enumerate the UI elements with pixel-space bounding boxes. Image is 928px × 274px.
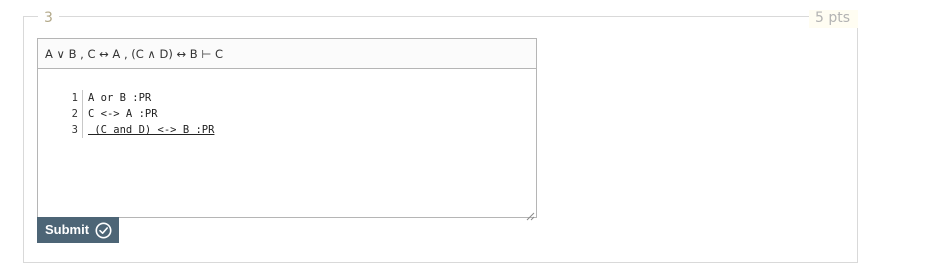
- line-text[interactable]: A or B :PR: [88, 90, 151, 106]
- proof-lines[interactable]: 1 A or B :PR 2 C <-> A :PR 3 (C and D) <…: [38, 90, 214, 138]
- problem-number: 3: [38, 10, 59, 26]
- sequent-display: A ∨ B , C ↔ A , (C ∧ D) ↔ B ⊢ C: [37, 38, 537, 69]
- proof-line[interactable]: 3 (C and D) <-> B :PR: [38, 122, 214, 138]
- line-gutter-divider: [82, 122, 83, 138]
- line-number: 3: [71, 124, 78, 136]
- line-number: 2: [71, 108, 78, 120]
- submit-button[interactable]: Submit: [37, 217, 120, 243]
- problem-card: 3 5 pts A ∨ B , C ↔ A , (C ∧ D) ↔ B ⊢ C …: [23, 10, 858, 263]
- resize-handle-icon[interactable]: [525, 206, 535, 221]
- line-gutter-divider: [82, 106, 83, 122]
- check-circle-icon: [95, 222, 112, 239]
- line-number: 1: [71, 92, 78, 104]
- points-label: 5 pts: [808, 10, 858, 28]
- submit-label: Submit: [45, 222, 90, 237]
- proof-line[interactable]: 2 C <-> A :PR: [38, 106, 214, 122]
- line-text[interactable]: C <-> A :PR: [88, 106, 158, 122]
- line-text-current[interactable]: (C and D) <-> B :PR: [88, 122, 214, 138]
- proof-editor[interactable]: 1 A or B :PR 2 C <-> A :PR 3 (C and D) <…: [37, 68, 537, 221]
- line-gutter-divider: [82, 90, 83, 106]
- proof-line[interactable]: 1 A or B :PR: [38, 90, 214, 106]
